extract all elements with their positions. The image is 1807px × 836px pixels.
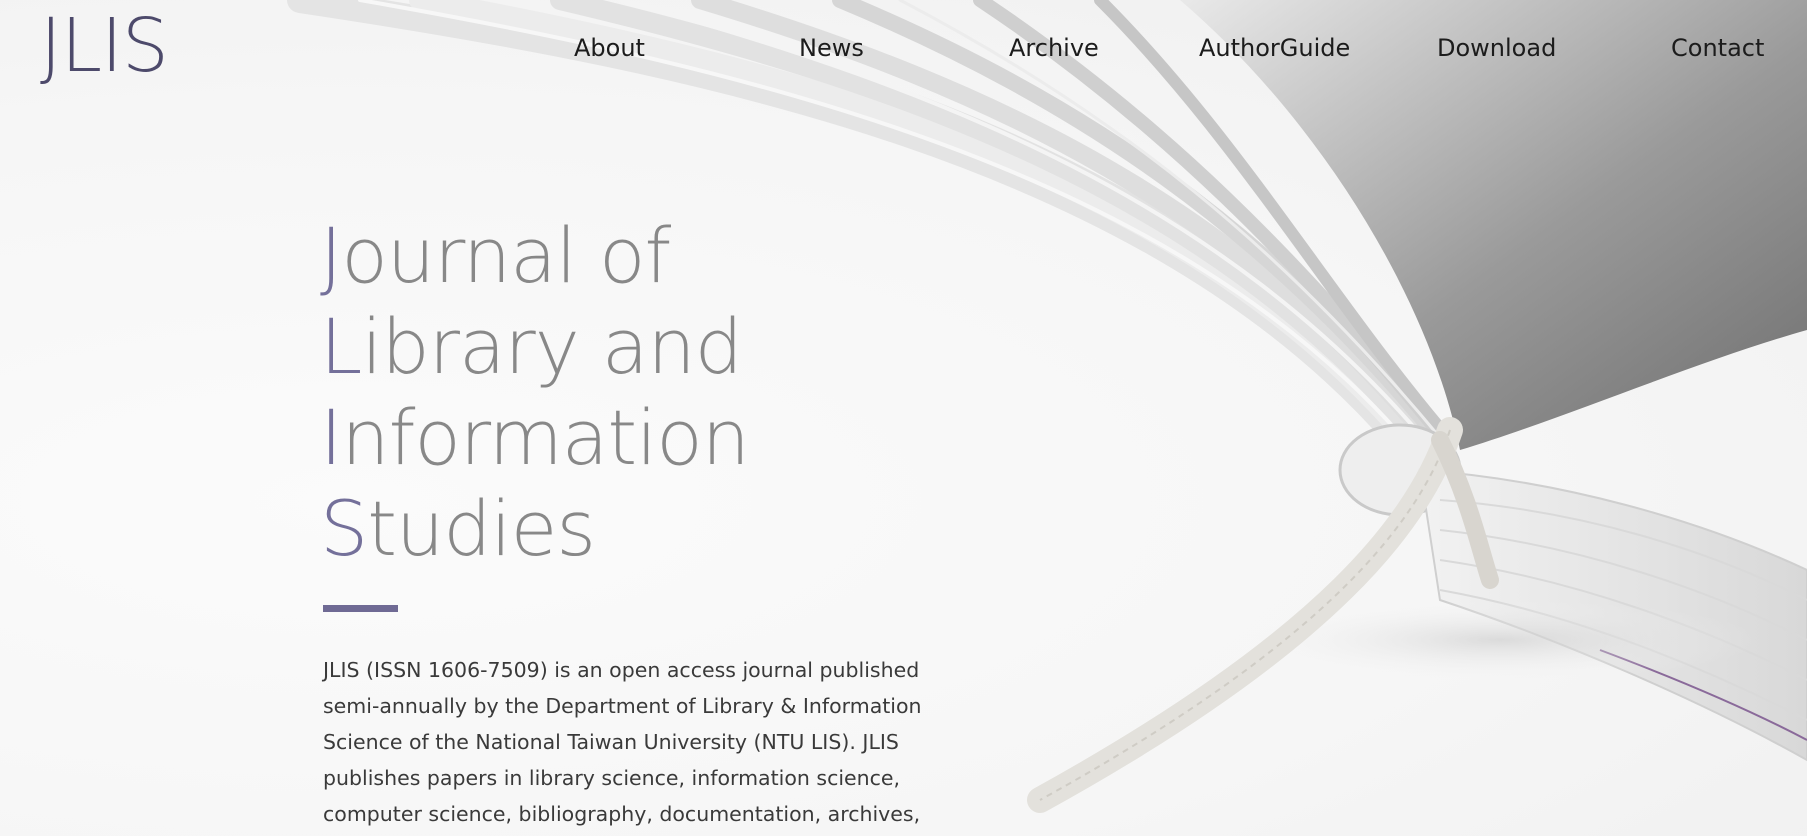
title-initial: J — [320, 211, 342, 300]
nav-archive[interactable]: Archive — [1009, 28, 1099, 68]
title-text: ibrary and — [361, 302, 743, 391]
journal-description: JLIS (ISSN 1606-7509) is an open access … — [323, 658, 922, 826]
main-navigation: About News Archive AuthorGuide Download … — [520, 28, 1780, 68]
nav-download[interactable]: Download — [1437, 28, 1556, 68]
title-text: ournal of — [341, 211, 671, 300]
title-line-1: Journal of — [320, 210, 749, 301]
title-text: tudies — [367, 484, 596, 573]
nav-news[interactable]: News — [799, 28, 864, 68]
page: JLIS About News Archive AuthorGuide Down… — [0, 0, 1807, 836]
title-line-2: Library and — [320, 301, 749, 392]
journal-title: Journal of Library and Information Studi… — [320, 210, 750, 574]
title-initial: S — [320, 484, 368, 573]
title-text: nformation — [341, 393, 750, 482]
nav-about[interactable]: About — [574, 28, 645, 68]
title-line-4: Studies — [320, 483, 749, 574]
title-accent-divider — [323, 605, 398, 612]
nav-authorguide[interactable]: AuthorGuide — [1199, 28, 1350, 68]
site-logo[interactable]: JLIS — [40, 0, 169, 92]
title-line-3: Information — [320, 392, 750, 483]
title-initial: L — [320, 302, 362, 391]
nav-contact[interactable]: Contact — [1671, 28, 1764, 68]
title-initial: I — [320, 393, 342, 482]
